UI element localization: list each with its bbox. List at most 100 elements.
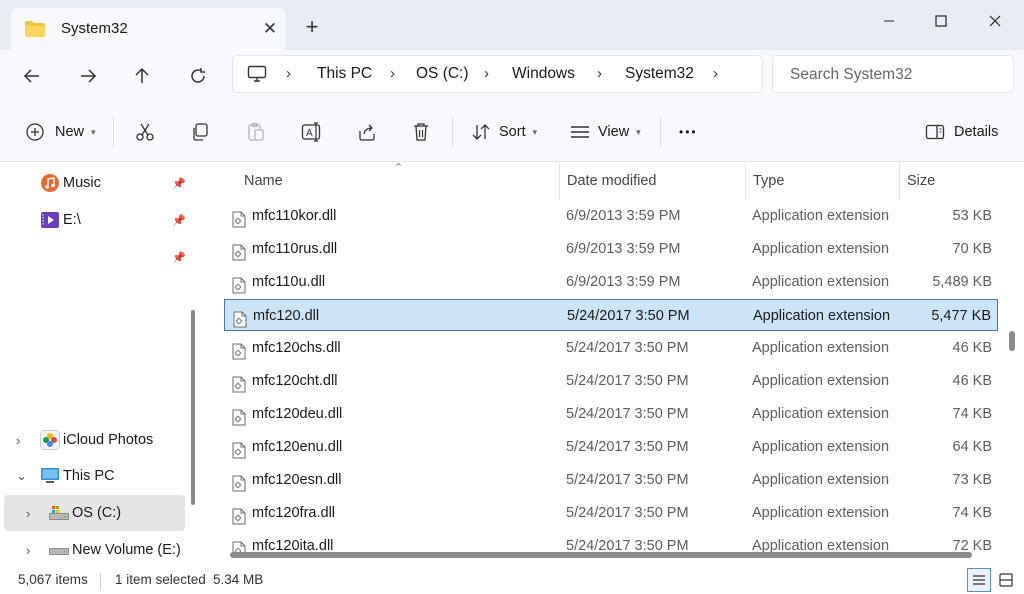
file-row[interactable]: mfc120.dll 5/24/2017 3:50 PM Application e… [224,299,998,331]
copy-icon [193,123,208,141]
file-type: Application extension [752,208,890,224]
sidebar-item-new-volume-e[interactable]: › New Volume (E:) [4,532,185,568]
column-divider[interactable] [899,163,900,200]
divider [660,116,661,148]
sidebar-item-pinned[interactable]: 📌 [4,239,186,275]
breadcrumb-os-c[interactable]: OS (C:) [416,65,469,83]
file-row[interactable]: mfc120fra.dll 5/24/2017 3:50 PM Applicatio… [224,497,998,529]
details-view-button[interactable] [967,568,991,592]
chevron-right-icon[interactable]: › [713,65,718,82]
column-header-type[interactable]: Type [753,163,784,200]
column-divider[interactable] [559,163,560,200]
new-tab-button[interactable]: + [300,16,324,40]
file-type: Application extension [752,472,890,488]
folder-icon [24,20,46,41]
delete-button[interactable] [412,120,430,144]
file-row[interactable]: mfc110rus.dll 6/9/2013 3:59 PM Application… [224,233,998,265]
file-name: mfc110kor.dll [252,208,337,224]
details-button[interactable]: Details [925,120,998,144]
file-name: mfc120cht.dll [252,373,338,389]
file-size: 5,477 KB [931,308,991,324]
music-icon [41,174,59,192]
file-row[interactable]: mfc110u.dll 6/9/2013 3:59 PM Application e… [224,266,998,298]
file-date-modified: 5/24/2017 3:50 PM [566,340,689,356]
tiles-view-button[interactable] [994,568,1018,592]
pin-icon: 📌 [172,214,186,227]
file-date-modified: 5/24/2017 3:50 PM [566,505,689,521]
sidebar-item-e-drive[interactable]: E:\ 📌 [4,202,186,238]
minimize-button[interactable] [866,6,912,36]
sidebar-item-this-pc[interactable]: ⌄ This PC [4,458,185,494]
column-header-date-modified[interactable]: Date modified [567,163,656,200]
breadcrumb-system32[interactable]: System32 [625,65,694,83]
column-header-size[interactable]: Size [907,163,935,200]
view-button[interactable]: View ▾ [570,120,641,144]
chevron-right-icon[interactable]: › [286,65,291,82]
file-list: ⌃ Name Date modified Type Size mfc110kor… [210,163,1024,568]
file-type: Application extension [753,308,891,324]
file-row[interactable]: mfc120deu.dll 5/24/2017 3:50 PM Applicatio… [224,398,998,430]
search-input[interactable]: Search System32 [772,55,1014,93]
sort-icon [472,124,490,140]
file-size: 5,489 KB [932,274,992,290]
sidebar-item-music[interactable]: Music 📌 [4,165,186,201]
selection-size: 5.34 MB [213,572,264,587]
divider [452,116,453,148]
chevron-right-icon[interactable]: › [484,65,489,82]
up-button[interactable] [127,62,157,90]
new-button[interactable]: New ▾ [25,120,96,144]
sidebar-item-icloud-photos[interactable]: › iCloud Photos [4,422,185,458]
file-date-modified: 5/24/2017 3:50 PM [566,472,689,488]
sort-button[interactable]: Sort ▾ [471,120,537,144]
file-date-modified: 5/24/2017 3:50 PM [566,406,689,422]
sidebar-scrollbar[interactable] [191,310,195,505]
file-size: 64 KB [952,439,993,455]
breadcrumb-this-pc[interactable]: This PC [317,65,372,83]
file-row[interactable]: mfc110kor.dll 6/9/2013 3:59 PM Application… [224,200,998,232]
file-row[interactable]: mfc120enu.dll 5/24/2017 3:50 PM Applicatio… [224,431,998,463]
back-button[interactable] [17,62,47,90]
file-date-modified: 5/24/2017 3:50 PM [566,439,689,455]
chevron-right-icon[interactable]: › [390,65,395,82]
share-button[interactable] [357,120,377,144]
copy-button[interactable] [190,120,210,144]
file-size: 74 KB [952,505,993,521]
chevron-right-icon[interactable]: › [26,506,30,521]
column-divider[interactable] [745,163,746,200]
file-type: Application extension [752,406,890,422]
tab-system32[interactable]: System32 ✕ [11,8,286,50]
refresh-button[interactable] [183,62,213,90]
file-name: mfc120chs.dll [252,340,341,356]
close-button[interactable] [972,6,1018,36]
sidebar-item-os-c[interactable]: › OS (C:) [4,495,185,531]
file-name: mfc120deu.dll [252,406,343,422]
rename-button[interactable]: A [301,120,323,144]
chevron-right-icon[interactable]: › [26,543,30,558]
horizontal-scrollbar-thumb[interactable] [230,552,972,558]
forward-button[interactable] [73,62,103,90]
sidebar-item-label: Music [63,175,101,191]
navigation-pane: Music 📌 E:\ 📌 📌 › iCloud Photos ⌄ This P… [0,163,200,568]
file-row[interactable]: mfc120esn.dll 5/24/2017 3:50 PM Applicatio… [224,464,998,496]
paste-button[interactable] [246,120,266,144]
maximize-button[interactable] [918,6,964,36]
trash-icon [414,123,428,141]
more-options-button[interactable]: ••• [679,120,698,144]
address-bar[interactable]: › This PC › OS (C:) › Windows › System32… [232,55,763,93]
cut-button[interactable] [135,120,155,144]
column-header-name[interactable]: Name [244,163,283,200]
vertical-scrollbar-thumb[interactable] [1009,331,1015,351]
file-name: mfc120fra.dll [252,505,336,521]
details-view-icon [973,575,985,585]
tab-close-icon[interactable]: ✕ [259,18,281,40]
chevron-right-icon[interactable]: › [16,433,20,448]
breadcrumb-windows[interactable]: Windows [512,65,575,83]
file-row[interactable]: mfc120chs.dll 5/24/2017 3:50 PM Applicatio… [224,332,998,364]
file-date-modified: 6/9/2013 3:59 PM [566,241,681,257]
file-row[interactable]: mfc120cht.dll 5/24/2017 3:50 PM Applicatio… [224,365,998,397]
chevron-down-icon[interactable]: ⌄ [16,468,27,484]
chevron-down-icon: ▾ [532,126,538,137]
file-type: Application extension [752,274,890,290]
chevron-right-icon[interactable]: › [597,65,602,82]
sidebar-item-label: New Volume (E:) [72,542,181,558]
